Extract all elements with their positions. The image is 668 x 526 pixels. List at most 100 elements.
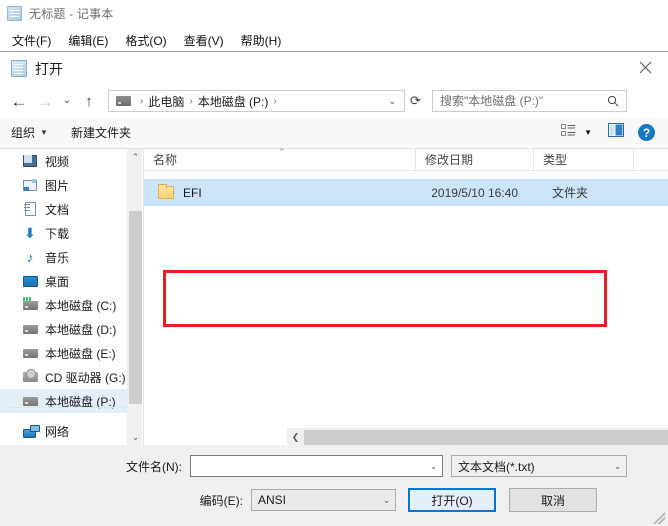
sidebar-item-desktop[interactable]: 桌面 [0,269,142,293]
column-header-date[interactable]: 修改日期 [416,148,534,170]
sidebar-item-label: 下载 [45,226,70,241]
sidebar-item-label: 本地磁盘 (D:) [45,322,117,337]
breadcrumb-separator-0: › [140,95,144,107]
menu-item-file[interactable]: 文件(F) [4,30,60,51]
menu-item-view[interactable]: 查看(V) [176,30,233,51]
sidebar-item-local-disk-p[interactable]: 本地磁盘 (P:) [0,389,142,413]
filename-combobox[interactable]: ⌄ [190,455,443,477]
table-row[interactable]: EFI 2019/5/10 16:40 文件夹 [144,179,668,206]
filetype-value: 文本文档(*.txt) [458,459,535,474]
menu-item-help[interactable]: 帮助(H) [233,30,291,51]
help-icon[interactable]: ? [638,124,655,141]
sidebar-item-label: 本地磁盘 (E:) [45,346,116,361]
resize-grip[interactable] [653,512,665,524]
notepad-icon [7,5,22,21]
dialog-body: 视频 图片 文档 ⬇ 下载 ♪ 音乐 桌面 本地磁盘 (C:) 本地磁盘 (D:… [0,147,668,445]
sidebar-item-cd-drive-g[interactable]: CD 驱动器 (G:) [0,365,142,389]
documents-folder-icon [22,201,38,217]
chevron-down-icon[interactable]: ⌄ [58,88,76,114]
horizontal-scrollbar[interactable]: ❮ ❯ [287,428,668,445]
scrollbar-thumb[interactable] [129,211,142,404]
sidebar-item-local-disk-c[interactable]: 本地磁盘 (C:) [0,293,142,317]
scrollbar-track[interactable] [304,429,668,446]
sidebar-item-label: CD 驱动器 (G:) [45,370,126,385]
open-button[interactable]: 打开(O) [408,488,496,512]
arrow-up-icon[interactable]: ↑ [76,88,102,114]
close-icon[interactable] [623,52,668,83]
encoding-dropdown[interactable]: ANSI ⌄ [251,489,396,511]
dialog-titlebar: 打开 [0,52,668,85]
organize-button[interactable]: 组织 ▼ [11,124,48,141]
notepad-titlebar: 无标题 - 记事本 [0,0,668,26]
view-options-button[interactable]: ▼ [555,123,598,142]
search-icon [607,95,626,107]
drive-icon [116,96,131,106]
menu-item-edit[interactable]: 编辑(E) [60,30,117,51]
dialog-footer: 文件名(N): ⌄ 文本文档(*.txt) ⌄ 编码(E): ANSI ⌄ 打开… [0,445,668,526]
encoding-label: 编码(E): [199,493,243,508]
notepad-icon [11,60,27,77]
sort-ascending-icon: ⌃ [278,147,286,157]
sidebar-item-label: 本地磁盘 (C:) [45,298,117,313]
chevron-left-icon[interactable]: ❮ [287,429,304,446]
chevron-down-icon[interactable]: ⌄ [425,461,442,472]
sidebar-item-pictures[interactable]: 图片 [0,173,142,197]
column-header-type[interactable]: 类型 [534,148,634,170]
breadcrumb-separator-1: › [189,95,193,107]
sidebar-item-documents[interactable]: 文档 [0,197,142,221]
breadcrumb-item-local-disk-p[interactable]: 本地磁盘 (P:) [198,93,269,110]
chevron-down-icon[interactable]: ⌄ [128,429,142,445]
sidebar-item-videos[interactable]: 视频 [0,149,142,173]
chevron-up-icon[interactable]: ⌃ [128,149,142,165]
breadcrumb-item-this-pc[interactable]: 此电脑 [148,93,184,110]
menu-item-format[interactable]: 格式(O) [117,30,175,51]
scrollbar-thumb[interactable] [304,429,668,445]
arrow-left-icon[interactable]: ← [6,88,32,114]
preview-pane-button[interactable] [598,123,634,142]
file-list[interactable]: 名称 ⌃ 修改日期 类型 EFI 2019/5/10 16:40 文件夹 ❮ [143,147,668,445]
filename-input[interactable] [191,456,425,476]
navigation-sidebar[interactable]: 视频 图片 文档 ⬇ 下载 ♪ 音乐 桌面 本地磁盘 (C:) 本地磁盘 (D:… [0,149,142,445]
open-file-dialog: 打开 ← → ⌄ ↑ › 此电脑 › 本地磁盘 (P:) › ⌄ ⟳ 搜索"本地… [0,51,668,526]
sidebar-scrollbar[interactable]: ⌃ ⌄ [127,149,142,445]
sidebar-divider [8,407,134,408]
dialog-title: 打开 [35,60,63,77]
cancel-button[interactable]: 取消 [509,488,597,512]
drive-icon [22,345,38,361]
folder-icon [158,184,174,199]
file-row-name-cell: EFI [144,184,416,200]
chevron-down-icon: ⌄ [382,494,391,505]
pictures-folder-icon [22,177,38,193]
encoding-value: ANSI [258,493,287,507]
column-header-name[interactable]: 名称 ⌃ [144,147,416,170]
file-name-label: EFI [183,185,202,200]
sidebar-item-network[interactable]: 网络 [0,419,142,443]
column-label: 名称 [153,152,178,167]
file-date-label: 2019/5/10 16:40 [431,185,518,200]
arrow-right-icon[interactable]: → [32,88,58,114]
encoding-row: 编码(E): ANSI ⌄ 打开(O) 取消 [0,487,668,513]
chevron-down-icon: ▼ [584,128,592,137]
sidebar-item-local-disk-e[interactable]: 本地磁盘 (E:) [0,341,142,365]
sidebar-item-local-disk-d[interactable]: 本地磁盘 (D:) [0,317,142,341]
new-folder-button[interactable]: 新建文件夹 [71,124,131,141]
sidebar-item-music[interactable]: ♪ 音乐 [0,245,142,269]
filetype-dropdown[interactable]: 文本文档(*.txt) ⌄ [451,455,627,477]
refresh-icon[interactable]: ⟳ [405,90,426,112]
preview-pane-icon [608,123,624,142]
sidebar-item-downloads[interactable]: ⬇ 下载 [0,221,142,245]
drive-icon [22,321,38,337]
cd-drive-icon [22,369,38,385]
sidebar-item-label: 桌面 [45,274,70,289]
sidebar-item-label: 视频 [45,154,70,169]
search-box[interactable] [432,90,627,112]
chevron-down-icon[interactable]: ⌄ [388,96,404,107]
file-list-header: 名称 ⌃ 修改日期 类型 [144,147,668,171]
video-folder-icon [22,153,38,169]
sidebar-item-label: 图片 [45,178,70,193]
notepad-menubar: 文件(F) 编辑(E) 格式(O) 查看(V) 帮助(H) [0,30,668,50]
desktop-folder-icon [22,273,38,289]
chevron-down-icon: ▼ [40,128,48,137]
search-input[interactable] [433,91,607,111]
breadcrumb[interactable]: › 此电脑 › 本地磁盘 (P:) › ⌄ [108,90,405,112]
